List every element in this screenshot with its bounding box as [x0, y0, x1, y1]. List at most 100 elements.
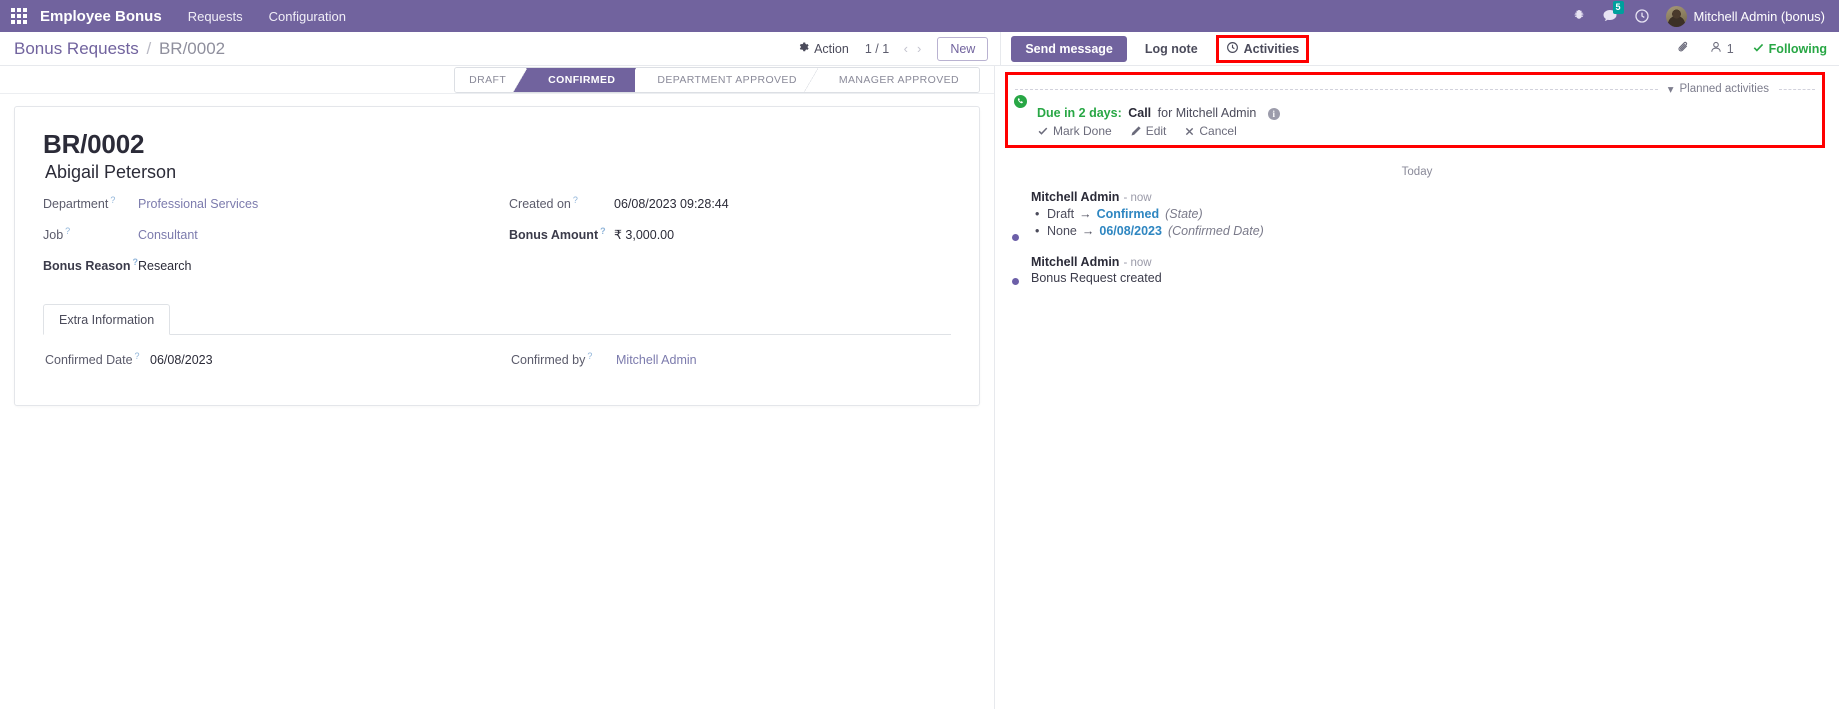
presence-dot-icon [1011, 233, 1020, 242]
breadcrumb-root[interactable]: Bonus Requests [14, 39, 139, 58]
notebook-tabs: Extra Information [43, 304, 951, 335]
field-row-department: Department? Professional Services [43, 195, 509, 212]
field-row-bonus-reason: Bonus Reason? Research [43, 257, 509, 274]
messages-icon[interactable]: 5 [1602, 1, 1624, 24]
attachment-button[interactable] [1676, 40, 1691, 58]
message-item: Mitchell Admin - now Bonus Request created [995, 255, 1839, 286]
help-tooltip-icon[interactable]: ? [600, 226, 606, 236]
activity-type-label: Call [1128, 106, 1152, 120]
form-fields-grid: Department? Professional Services Job? Cons… [43, 195, 951, 288]
help-tooltip-icon[interactable]: ? [110, 195, 115, 205]
pager-value: 1 / 1 [864, 42, 890, 56]
activity-details: Due in 2 days: Call for Mitchell Admin i… [1037, 106, 1280, 138]
statusbar-step-department-approved[interactable]: Department Approved [635, 68, 819, 92]
chevron-left-icon[interactable]: ‹ [904, 41, 908, 56]
menu-configuration[interactable]: Configuration [269, 9, 346, 24]
control-panel: Bonus Requests / BR/0002 Action 1 / 1 ‹ … [0, 32, 1839, 66]
employee-name: Abigail Peterson [45, 162, 177, 182]
field-value-bonus-amount: ₹ 3,000.00 [614, 228, 675, 243]
planned-activities-label: Planned activities [1679, 83, 1770, 95]
field-row-job: Job? Consultant [43, 226, 509, 243]
activities-label: Activities [1243, 41, 1300, 56]
bug-icon[interactable] [1572, 9, 1586, 23]
statusbar-step-draft[interactable]: Draft [455, 68, 528, 92]
field-label-created-on: Created on? [509, 195, 578, 212]
help-tooltip-icon[interactable]: ? [573, 195, 578, 205]
message-author[interactable]: Mitchell Admin [1031, 190, 1119, 204]
help-tooltip-icon[interactable]: ? [65, 226, 70, 236]
mark-done-button[interactable]: Mark Done [1037, 124, 1112, 138]
planned-activities-toggle[interactable]: ▾ Planned activities [1668, 82, 1769, 96]
pager-arrows: ‹ › [904, 41, 922, 56]
control-panel-tools: Action 1 / 1 ‹ › New [797, 36, 1000, 61]
chatter-toolbar: Send message Log note Activities 1 Follo… [1000, 32, 1839, 65]
cancel-activity-button[interactable]: Cancel [1184, 124, 1237, 138]
field-label-confirmed-date: Confirmed Date? [45, 351, 140, 368]
messages-count-badge: 5 [1612, 1, 1624, 14]
divider-left [1015, 88, 1658, 90]
tracking-value-item: None → 06/08/2023 (Confirmed Date) [1035, 224, 1825, 238]
tracking-new-value: Confirmed [1096, 207, 1160, 221]
field-value-job[interactable]: Consultant [138, 228, 198, 242]
mark-done-label: Mark Done [1053, 124, 1112, 138]
arrow-icon: → [1079, 207, 1092, 221]
day-separator: Today [1401, 166, 1433, 178]
help-tooltip-icon[interactable]: ? [587, 351, 592, 361]
arrow-icon: → [1081, 224, 1095, 238]
field-value-bonus-reason: Research [138, 259, 192, 274]
statusbar-step-confirmed[interactable]: Confirmed [513, 68, 637, 92]
avatar [1665, 5, 1687, 27]
log-note-button[interactable]: Log note [1145, 42, 1198, 56]
statusbar-step-manager-approved[interactable]: Manager Approved [816, 68, 979, 92]
info-icon[interactable]: i [1267, 108, 1280, 120]
message-text: Bonus Request created [1031, 271, 1162, 285]
phone-icon [1013, 94, 1028, 109]
menu-requests[interactable]: Requests [188, 9, 243, 24]
notebook: Extra Information Confirmed Date? 06/08/2… [43, 304, 951, 382]
activities-button[interactable]: Activities [1226, 41, 1300, 57]
clock-icon[interactable] [1634, 8, 1650, 24]
message-timestamp: - now [1123, 257, 1152, 269]
check-icon [1037, 125, 1049, 137]
tracking-old-value: None [1047, 224, 1077, 238]
following-button[interactable]: Following [1752, 41, 1827, 57]
message-author[interactable]: Mitchell Admin [1031, 255, 1119, 269]
field-value-confirmed-date: 06/08/2023 [150, 353, 213, 368]
user-menu[interactable]: Mitchell Admin (bonus) [1665, 5, 1825, 27]
field-row-created-on: Created on? 06/08/2023 09:28:44 [509, 195, 951, 212]
notebook-page-extra-information: Confirmed Date? 06/08/2023 Confirmed by? M… [43, 335, 951, 382]
form-col-right: Created on? 06/08/2023 09:28:44 Bonus Amou… [509, 195, 951, 288]
activity-actions: Mark Done Edit Cancel [1037, 124, 1280, 138]
form-sheet: BR/0002 Abigail Peterson Department? Prof… [14, 106, 980, 406]
apps-grid-icon[interactable] [8, 5, 30, 27]
message-body: Mitchell Admin - now Bonus Request created [1031, 255, 1825, 285]
notebook-col-right: Confirmed by? Mitchell Admin [511, 351, 949, 382]
tab-extra-information[interactable]: Extra Information [43, 304, 171, 335]
new-button[interactable]: New [937, 36, 989, 61]
notebook-col-left: Confirmed Date? 06/08/2023 [45, 351, 511, 382]
close-icon [1184, 126, 1195, 137]
paperclip-icon [1676, 40, 1691, 58]
activities-button-wrapper[interactable]: Activities [1215, 34, 1310, 63]
message-header: Mitchell Admin - now [1031, 190, 1825, 204]
send-message-button[interactable]: Send message [1011, 35, 1127, 62]
caret-down-icon: ▾ [1667, 84, 1674, 96]
top-navbar: Employee Bonus Requests Configuration 5 … [0, 0, 1839, 32]
field-value-confirmed-by[interactable]: Mitchell Admin [616, 353, 697, 367]
page-body: Draft Confirmed Department Approved Manager… [0, 66, 1839, 709]
pencil-icon [1130, 125, 1142, 137]
followers-button[interactable]: 1 [1709, 40, 1734, 57]
page-title: BR/0002 [43, 129, 145, 159]
planned-activities-header: ▾ Planned activities [1015, 82, 1815, 96]
chatter-follow-zone: 1 Following [1676, 40, 1827, 58]
app-brand-title[interactable]: Employee Bonus [40, 8, 162, 25]
field-value-department[interactable]: Professional Services [138, 197, 258, 211]
message-body: Mitchell Admin- nowDraft→Confirmed(State… [1031, 190, 1825, 241]
following-label: Following [1768, 41, 1827, 56]
edit-activity-button[interactable]: Edit [1130, 124, 1166, 138]
chevron-right-icon[interactable]: › [917, 41, 921, 56]
breadcrumb-current: BR/0002 [158, 38, 226, 58]
help-tooltip-icon[interactable]: ? [135, 351, 140, 361]
action-button[interactable]: Action [797, 41, 849, 56]
message-header: Mitchell Admin - now [1031, 255, 1825, 269]
